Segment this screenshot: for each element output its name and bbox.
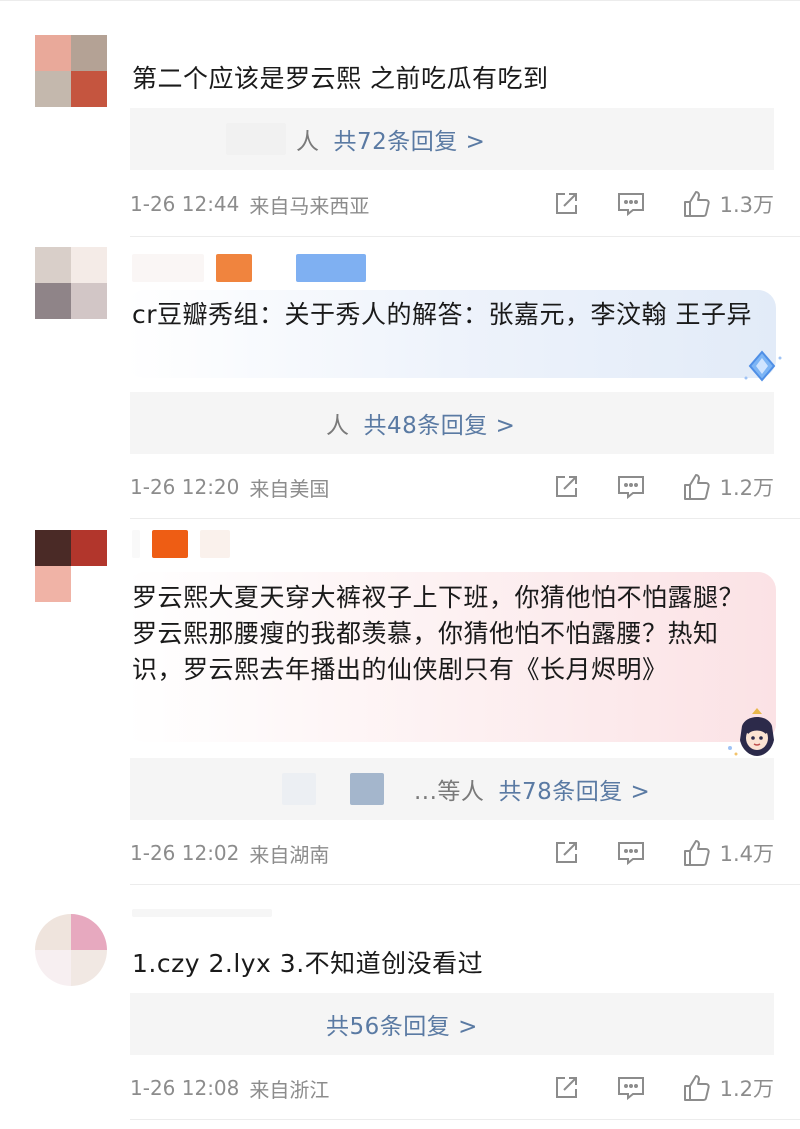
reply-users: 人	[226, 122, 320, 156]
like-icon	[683, 474, 710, 500]
divider	[130, 1119, 800, 1120]
top-divider	[0, 0, 800, 1]
comment-button[interactable]	[616, 473, 646, 501]
share-icon	[555, 1077, 577, 1098]
comment-icon	[617, 842, 644, 866]
reply-users: 人	[326, 406, 350, 440]
comment-button[interactable]	[616, 839, 646, 867]
reply-summary[interactable]: 共56条回复 >	[130, 993, 774, 1055]
comment-location: 来自马来西亚	[249, 193, 370, 218]
reply-count-link[interactable]: 共48条回复 >	[364, 406, 516, 440]
username[interactable]	[132, 530, 230, 558]
reply-prefix: 人	[326, 413, 350, 439]
reply-prefix: 人	[296, 129, 320, 155]
reply-prefix: ...等人	[414, 779, 485, 805]
comment-time: 1-26 12:44	[130, 192, 240, 216]
like-icon	[683, 1075, 710, 1101]
reply-summary[interactable]: 人 共72条回复 >	[130, 108, 774, 170]
like-count: 1.3万	[719, 193, 774, 217]
comment-text: 罗云熙大夏天穿大裤衩子上下班，你猜他怕不怕露腿？罗云熙那腰瘦的我都羡慕，你猜他怕…	[132, 583, 745, 684]
like-count: 1.2万	[719, 476, 774, 500]
like-count: 1.4万	[719, 842, 774, 866]
share-button[interactable]	[552, 839, 580, 867]
avatar[interactable]	[35, 530, 107, 602]
share-icon	[555, 193, 577, 214]
reply-summary[interactable]: ...等人 共78条回复 >	[130, 758, 774, 820]
reply-count-link[interactable]: 共56条回复 >	[326, 1007, 478, 1041]
avatar[interactable]	[35, 35, 107, 107]
like-button[interactable]: 1.2万	[682, 472, 774, 502]
comment-meta: 1-26 12:08 来自浙江 1.2万	[130, 1071, 774, 1105]
like-button[interactable]: 1.4万	[682, 838, 774, 868]
share-icon	[555, 476, 577, 497]
username[interactable]	[132, 254, 366, 282]
like-button[interactable]: 1.2万	[682, 1073, 774, 1103]
comment-meta: 1-26 12:02 来自湖南 1.4万	[130, 836, 774, 870]
comment-button[interactable]	[616, 190, 646, 218]
share-button[interactable]	[552, 1074, 580, 1102]
avatar[interactable]	[35, 247, 107, 319]
comment-meta: 1-26 12:20 来自美国 1.2万	[130, 470, 774, 504]
comment-icon	[617, 1077, 644, 1101]
comment-icon	[617, 476, 644, 500]
like-icon	[683, 191, 710, 217]
comment-location: 来自湖南	[249, 842, 330, 867]
comment-time: 1-26 12:20	[130, 475, 240, 499]
comment-text: 第二个应该是罗云熙 之前吃瓜有吃到	[132, 64, 549, 93]
divider	[130, 518, 800, 519]
divider	[130, 236, 800, 237]
reply-count-link[interactable]: 共72条回复 >	[334, 122, 486, 156]
avatar[interactable]	[35, 914, 107, 986]
divider	[130, 884, 800, 885]
share-button[interactable]	[552, 473, 580, 501]
share-icon	[555, 842, 577, 863]
reply-count-link[interactable]: 共78条回复 >	[498, 772, 650, 806]
like-count: 1.2万	[719, 1077, 774, 1101]
comment-time: 1-26 12:08	[130, 1076, 240, 1100]
comment-meta: 1-26 12:44 来自马来西亚 1.3万	[130, 187, 774, 221]
comment-text: cr豆瓣秀组：关于秀人的解答：张嘉元，李汶翰 王子异	[132, 300, 752, 329]
like-icon	[683, 840, 710, 866]
comment-location: 来自美国	[249, 476, 330, 501]
comment-button[interactable]	[616, 1074, 646, 1102]
comment-icon	[617, 193, 644, 217]
comment-text: 1.czy 2.lyx 3.不知道创没看过	[132, 949, 484, 978]
like-button[interactable]: 1.3万	[682, 189, 774, 219]
share-button[interactable]	[552, 190, 580, 218]
username[interactable]	[132, 906, 272, 920]
reply-summary[interactable]: 人 共48条回复 >	[130, 392, 774, 454]
comment-location: 来自浙江	[249, 1077, 330, 1102]
reply-users: ...等人	[414, 772, 484, 806]
comment-time: 1-26 12:02	[130, 841, 240, 865]
character-sticker-icon	[728, 708, 774, 756]
diamond-badge-icon	[744, 350, 782, 382]
